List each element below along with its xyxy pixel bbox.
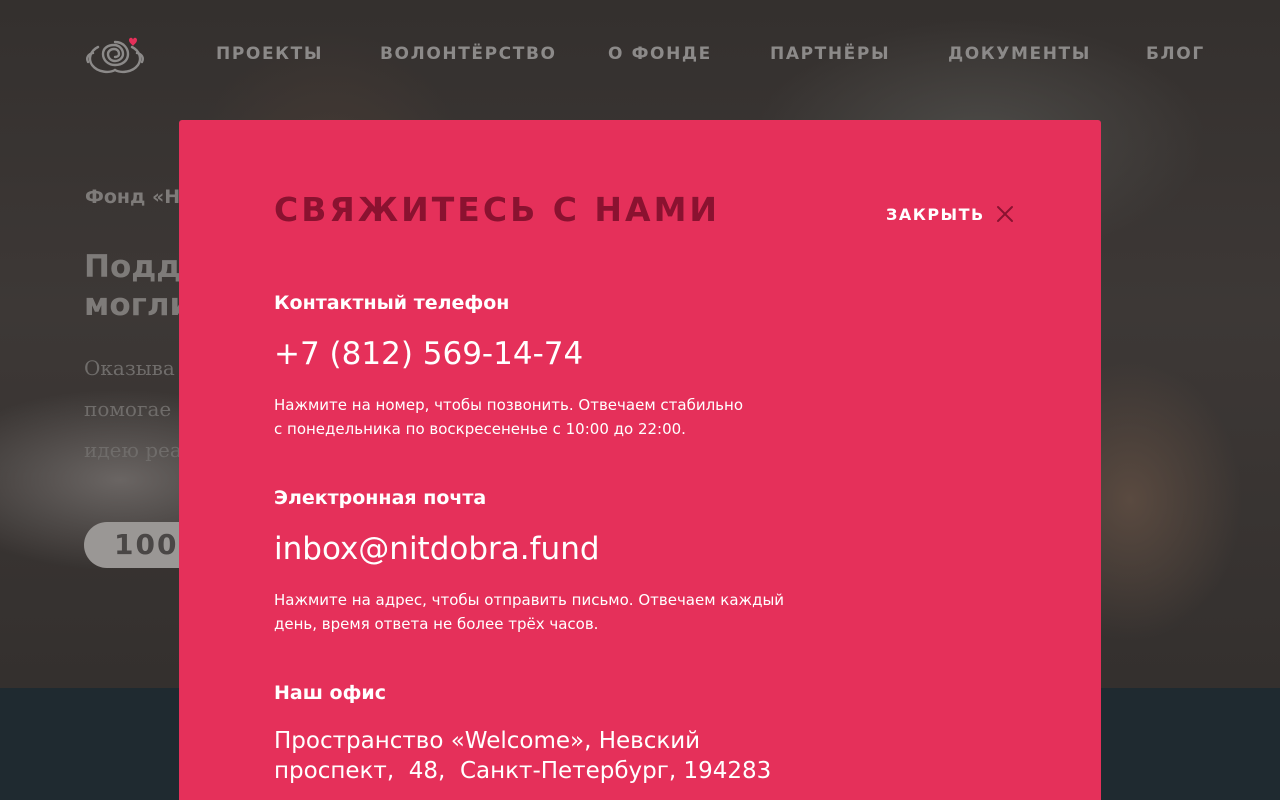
contact-modal: СВЯЖИТЕСЬ С НАМИ ЗАКРЫТЬ Контактный теле… [179, 120, 1101, 800]
office-address: Пространство «Welcome», Невский проспект… [274, 728, 772, 784]
phone-label: Контактный телефон [274, 292, 510, 314]
modal-title: СВЯЖИТЕСЬ С НАМИ [274, 190, 721, 229]
close-label: ЗАКРЫТЬ [886, 204, 985, 224]
email-label: Электронная почта [274, 487, 487, 509]
nav-item-about[interactable]: О ФОНДЕ [608, 44, 712, 64]
email-link[interactable]: inbox@nitdobra.fund [274, 531, 600, 567]
phone-link[interactable]: +7 (812) 569-14-74 [274, 336, 583, 372]
nav-item-partners[interactable]: ПАРТНЁРЫ [770, 44, 890, 64]
nav-item-blog[interactable]: БЛОГ [1146, 44, 1205, 64]
phone-note: Нажмите на номер, чтобы позвонить. Отвеч… [274, 396, 743, 438]
nav-item-documents[interactable]: ДОКУМЕНТЫ [948, 44, 1091, 64]
email-note: Нажмите на адрес, чтобы отправить письмо… [274, 591, 785, 633]
close-icon [996, 206, 1013, 222]
nav-item-projects[interactable]: ПРОЕКТЫ [216, 44, 323, 64]
office-label: Наш офис [274, 682, 386, 704]
hero-kicker: Фонд «Н [85, 186, 181, 208]
hero-text: Оказыва помогае идею реа [84, 356, 182, 462]
hero-title: Подд могли [84, 249, 184, 323]
close-button[interactable]: ЗАКРЫТЬ [886, 204, 1015, 224]
spiral-heart-logo-icon[interactable] [84, 33, 146, 75]
nav-item-volunteering[interactable]: ВОЛОНТЁРСТВО [380, 44, 557, 64]
top-navigation: ПРОЕКТЫ ВОЛОНТЁРСТВО О ФОНДЕ ПАРТНЁРЫ ДО… [0, 0, 1280, 110]
